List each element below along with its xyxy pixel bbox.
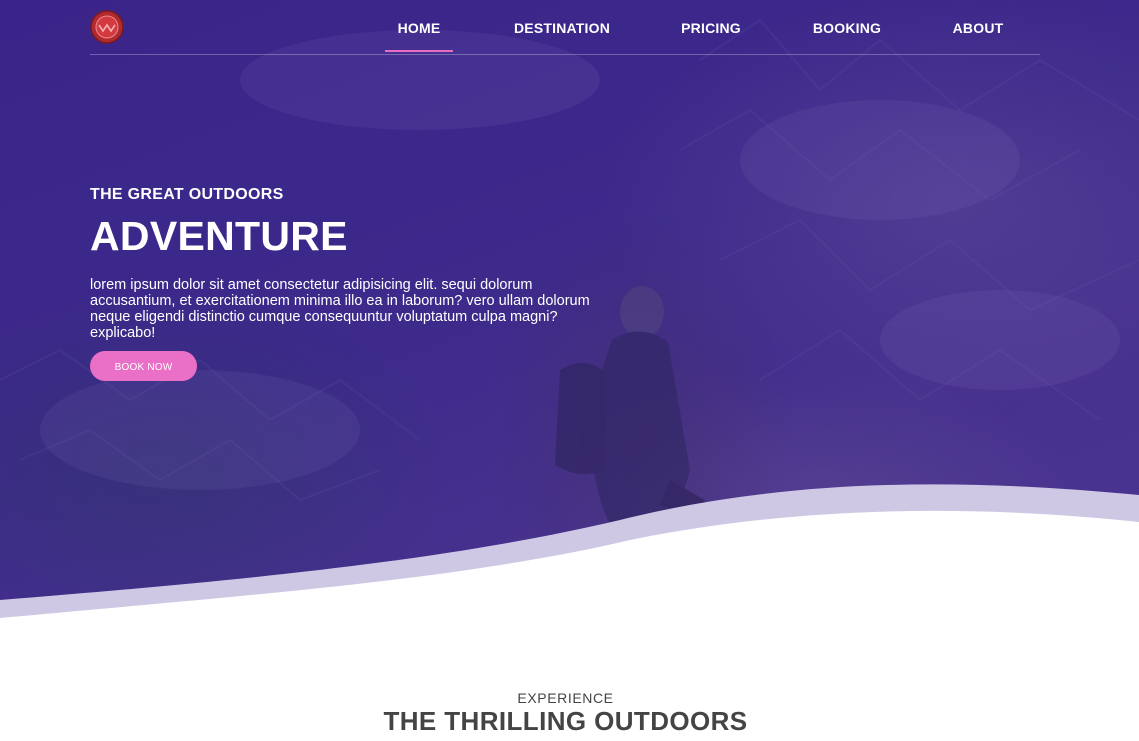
hero-wave-divider [0, 484, 1139, 640]
logo-icon[interactable] [90, 10, 124, 44]
hero-description: lorem ipsum dolor sit amet consectetur a… [90, 277, 590, 341]
book-now-button[interactable]: BOOK NOW [90, 351, 197, 381]
hero-section: HOME DESTINATION PRICING BOOKING ABOUT T… [0, 0, 1139, 640]
main-navbar: HOME DESTINATION PRICING BOOKING ABOUT [90, 0, 1040, 55]
hero-content: THE GREAT OUTDOORS ADVENTURE lorem ipsum… [90, 186, 610, 341]
hero-subtitle: THE GREAT OUTDOORS [90, 186, 284, 203]
nav-item-about[interactable]: ABOUT [947, 0, 1009, 54]
nav-item-booking[interactable]: BOOKING [807, 0, 887, 54]
section-title: THE THRILLING OUTDOORS [383, 706, 748, 736]
section-subtitle: EXPERIENCE [517, 690, 614, 706]
hero-title: ADVENTURE [90, 213, 348, 259]
nav-item-destination[interactable]: DESTINATION [507, 0, 617, 54]
nav-item-home[interactable]: HOME [385, 0, 453, 54]
nav-item-pricing[interactable]: PRICING [675, 0, 747, 54]
